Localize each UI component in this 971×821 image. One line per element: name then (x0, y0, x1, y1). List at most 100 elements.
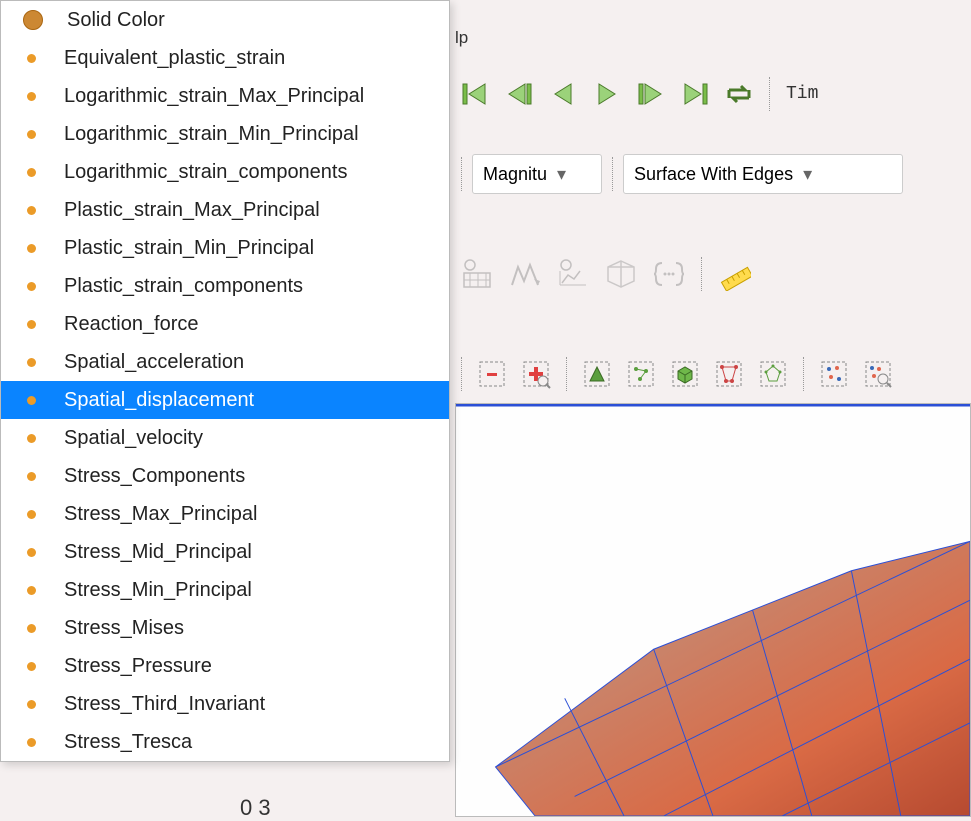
render-view[interactable] (455, 403, 971, 817)
point-data-icon (27, 130, 36, 139)
caret-down-icon: ▾ (557, 164, 566, 185)
color-array-item[interactable]: Spatial_acceleration (1, 343, 449, 381)
point-data-icon (27, 92, 36, 101)
color-array-item-label: Logarithmic_strain_components (64, 161, 348, 184)
select-scatter-zoom-button[interactable] (858, 354, 898, 394)
point-data-icon (27, 358, 36, 367)
separator (612, 157, 613, 191)
point-data-icon (27, 168, 36, 177)
separator (566, 357, 567, 391)
solid-color-swatch-icon (23, 10, 43, 30)
select-frustum-button[interactable] (709, 354, 749, 394)
color-array-item[interactable]: Plastic_strain_Min_Principal (1, 229, 449, 267)
color-array-item-label: Stress_Mises (64, 617, 184, 640)
add-selection-button[interactable] (516, 354, 556, 394)
point-data-icon (27, 282, 36, 291)
color-array-item-label: Stress_Pressure (64, 655, 212, 678)
separator (803, 357, 804, 391)
point-data-icon (27, 244, 36, 253)
separator (461, 357, 462, 391)
color-array-item[interactable]: Logarithmic_strain_Max_Principal (1, 77, 449, 115)
play-forward-button[interactable] (587, 74, 627, 114)
color-array-item-label: Spatial_acceleration (64, 351, 244, 374)
color-array-item[interactable]: Spatial_displacement (1, 381, 449, 419)
color-array-item[interactable]: Stress_Mises (1, 609, 449, 647)
point-data-icon (27, 206, 36, 215)
color-array-item[interactable]: Stress_Max_Principal (1, 495, 449, 533)
color-array-item-label: Plastic_strain_components (64, 275, 303, 298)
color-array-item-label: Stress_Min_Principal (64, 579, 252, 602)
time-toolbar: Tim (455, 70, 971, 118)
color-array-dropdown[interactable]: Solid Color Equivalent_plastic_strain Loga… (0, 0, 450, 762)
color-array-item[interactable]: Stress_Mid_Principal (1, 533, 449, 571)
color-array-item-label: Spatial_velocity (64, 427, 203, 450)
color-array-item-label: Logarithmic_strain_Min_Principal (64, 123, 359, 146)
step-back-button[interactable] (499, 74, 539, 114)
color-array-item[interactable]: Plastic_strain_Max_Principal (1, 191, 449, 229)
remove-selection-button[interactable] (472, 354, 512, 394)
caret-down-icon: ▾ (803, 164, 812, 185)
color-array-item[interactable]: Stress_Tresca (1, 723, 449, 761)
selection-toolbar (455, 350, 971, 398)
color-array-item[interactable]: Reaction_force (1, 305, 449, 343)
select-polygon-button[interactable] (753, 354, 793, 394)
select-box-button[interactable] (665, 354, 705, 394)
color-array-item[interactable]: Logarithmic_strain_Min_Principal (1, 115, 449, 153)
menu-help-fragment: lp (455, 28, 468, 48)
time-field-label: Tim (786, 84, 818, 104)
color-array-item-label: Stress_Tresca (64, 731, 192, 754)
point-data-icon (27, 700, 36, 709)
color-array-item-label: Stress_Components (64, 465, 245, 488)
color-array-item[interactable]: Stress_Third_Invariant (1, 685, 449, 723)
brackets-icon[interactable] (647, 252, 691, 296)
ruler-icon[interactable] (712, 252, 756, 296)
point-data-icon (27, 548, 36, 557)
color-array-item[interactable]: Spatial_velocity (1, 419, 449, 457)
color-array-item-label: Reaction_force (64, 313, 199, 336)
time-keeper-icon[interactable] (455, 252, 499, 296)
separator (701, 257, 702, 291)
representation-combo-label: Surface With Edges (634, 164, 793, 185)
point-data-icon (27, 54, 36, 63)
point-data-icon (27, 472, 36, 481)
representation-combo[interactable]: Surface With Edges ▾ (623, 154, 903, 194)
color-array-item[interactable]: Stress_Min_Principal (1, 571, 449, 609)
step-forward-button[interactable] (631, 74, 671, 114)
point-data-icon (27, 320, 36, 329)
display-toolbar: Magnitu ▾ Surface With Edges ▾ (455, 150, 971, 198)
color-array-item-label: Logarithmic_strain_Max_Principal (64, 85, 364, 108)
warp-icon[interactable] (503, 252, 547, 296)
select-points-button[interactable] (621, 354, 661, 394)
color-array-item-label: Spatial_displacement (64, 389, 254, 412)
color-array-item[interactable]: Logarithmic_strain_components (1, 153, 449, 191)
color-array-item[interactable]: Plastic_strain_components (1, 267, 449, 305)
point-data-icon (27, 396, 36, 405)
play-reverse-button[interactable] (543, 74, 583, 114)
color-array-item[interactable]: Stress_Pressure (1, 647, 449, 685)
axis-tick-label: 0 3 (240, 795, 271, 821)
time-chart-icon[interactable] (551, 252, 595, 296)
color-array-item-label: Stress_Third_Invariant (64, 693, 265, 716)
color-array-item[interactable]: Equivalent_plastic_strain (1, 39, 449, 77)
select-triangle-button[interactable] (577, 354, 617, 394)
color-array-item[interactable]: Stress_Components (1, 457, 449, 495)
select-scatter-button[interactable] (814, 354, 854, 394)
point-data-icon (27, 624, 36, 633)
color-array-item-label: Stress_Mid_Principal (64, 541, 252, 564)
magnitude-combo[interactable]: Magnitu ▾ (472, 154, 602, 194)
last-frame-button[interactable] (675, 74, 715, 114)
filters-toolbar (455, 248, 971, 300)
point-data-icon (27, 510, 36, 519)
separator (769, 77, 770, 111)
magnitude-combo-label: Magnitu (483, 164, 547, 185)
color-array-item-label: Plastic_strain_Min_Principal (64, 237, 314, 260)
color-array-item-label: Stress_Max_Principal (64, 503, 257, 526)
first-frame-button[interactable] (455, 74, 495, 114)
loop-button[interactable] (719, 74, 759, 114)
point-data-icon (27, 586, 36, 595)
color-array-item[interactable]: Solid Color (1, 1, 449, 39)
point-data-icon (27, 738, 36, 747)
cube-icon[interactable] (599, 252, 643, 296)
color-array-item-label: Equivalent_plastic_strain (64, 47, 285, 70)
point-data-icon (27, 662, 36, 671)
